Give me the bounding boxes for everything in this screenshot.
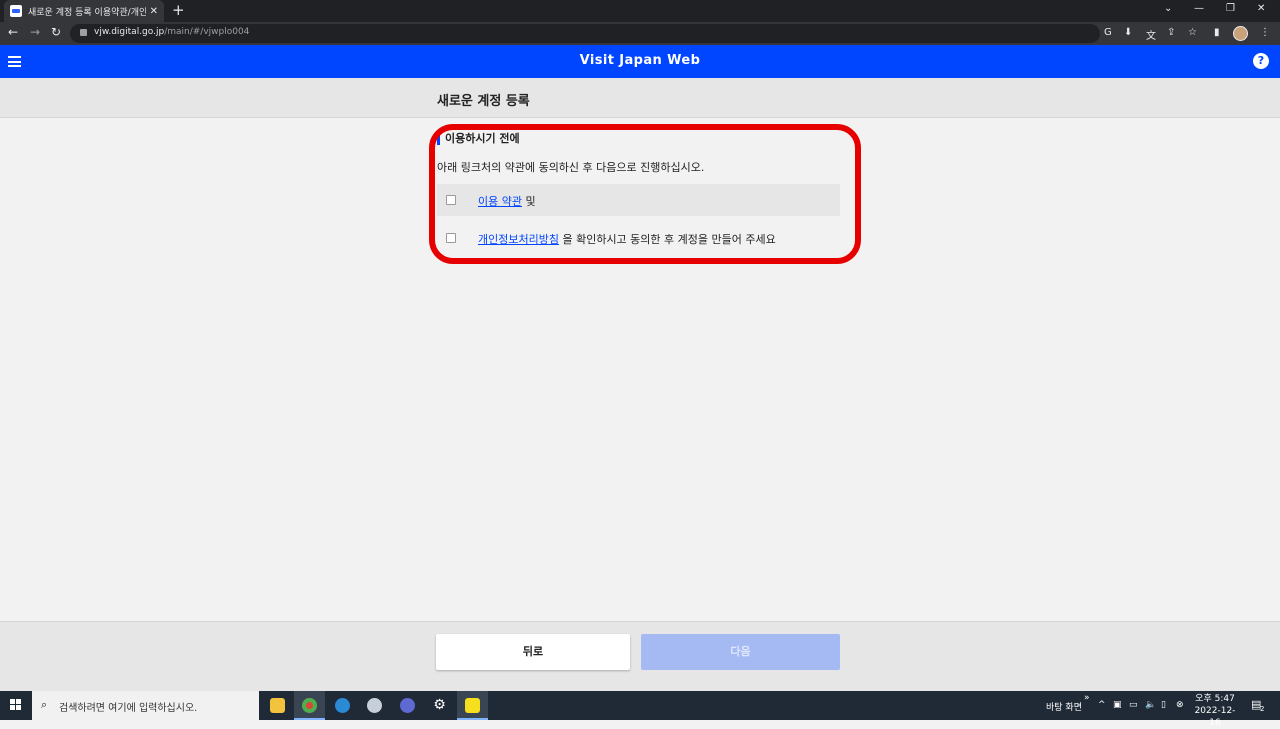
lock-icon (80, 29, 87, 36)
restore-button[interactable]: ❐ (1226, 3, 1235, 14)
windows-taskbar: ⌕ 검색하려면 여기에 입력하십시오. ⚙ 바탕 화면 » ^ ▣ ▭ 🔈 ▯ … (0, 691, 1280, 728)
google-icon[interactable]: G (1104, 27, 1112, 38)
next-button[interactable]: 다음 (641, 634, 840, 670)
browser-toolbar: ← → ↻ vjw.digital.go.jp/main/#/vjwplo004… (0, 22, 1280, 45)
bookmark-star-icon[interactable]: ☆ (1188, 27, 1197, 38)
browser-tab-strip: 새로운 계정 등록 이용약관/개인 ✕ + ⌄ — ❐ ✕ (0, 0, 1280, 22)
tab-title: 새로운 계정 등록 이용약관/개인 (28, 7, 146, 18)
taskbar-search-placeholder: 검색하려면 여기에 입력하십시오. (59, 703, 198, 714)
tab-close-icon[interactable]: ✕ (150, 6, 158, 17)
close-window-button[interactable]: ✕ (1257, 3, 1265, 14)
tray-chevron-up-icon[interactable]: ^ (1098, 700, 1106, 710)
highlight-annotation (429, 124, 861, 264)
browser-menu-icon[interactable]: ⋮ (1260, 27, 1270, 38)
new-tab-button[interactable]: + (172, 2, 185, 18)
chrome-icon[interactable] (294, 691, 325, 720)
page-title: 새로운 계정 등록 (437, 94, 530, 109)
clock-date: 2022-12-16 (1194, 706, 1236, 728)
site-favicon-icon (10, 5, 22, 17)
help-icon[interactable]: ? (1253, 53, 1269, 69)
translate-icon[interactable]: 文 (1146, 27, 1156, 42)
side-panel-icon[interactable]: ▮ (1214, 27, 1220, 38)
desktop-label[interactable]: 바탕 화면 (1046, 700, 1082, 713)
toolbar-expand-icon[interactable]: » (1084, 693, 1090, 703)
tab-search-icon[interactable]: ⌄ (1164, 3, 1172, 14)
footer-bar: 뒤로 다음 (0, 621, 1280, 691)
taskbar-clock[interactable]: 오후 5:47 2022-12-16 (1190, 693, 1240, 729)
network-icon[interactable]: ▣ (1113, 700, 1122, 710)
search-icon: ⌕ (41, 698, 48, 711)
app-header: Visit Japan Web ? (0, 45, 1280, 78)
reload-icon[interactable]: ↻ (51, 25, 61, 39)
forward-arrow-icon[interactable]: → (30, 25, 40, 39)
page-title-bar: 새로운 계정 등록 (0, 78, 1280, 118)
app-title: Visit Japan Web (579, 53, 701, 68)
share-icon[interactable]: ⇪ (1167, 27, 1175, 38)
notification-count: 2 (1260, 705, 1265, 713)
file-explorer-icon[interactable] (262, 691, 293, 720)
edge-browser-icon[interactable] (327, 691, 358, 720)
kakaotalk-icon[interactable] (457, 691, 488, 720)
url-text: vjw.digital.go.jp/main/#/vjwplo004 (94, 27, 250, 37)
install-icon[interactable]: ⬇ (1124, 27, 1132, 38)
address-bar[interactable]: vjw.digital.go.jp/main/#/vjwplo004 (70, 24, 1100, 43)
minimize-button[interactable]: — (1194, 3, 1204, 14)
taskbar-search-box[interactable]: ⌕ 검색하려면 여기에 입력하십시오. (32, 691, 259, 720)
windows-start-icon[interactable] (10, 699, 22, 711)
clock-time: 오후 5:47 (1195, 694, 1235, 704)
cloud-app-icon[interactable] (359, 691, 390, 720)
profile-avatar[interactable] (1233, 26, 1248, 41)
volume-icon[interactable]: 🔈 (1145, 700, 1156, 710)
back-button[interactable]: 뒤로 (436, 634, 630, 670)
back-arrow-icon[interactable]: ← (8, 25, 18, 39)
settings-gear-icon[interactable]: ⚙ (424, 691, 455, 720)
status-x-icon[interactable]: ⊗ (1176, 700, 1184, 710)
browser-tab[interactable]: 새로운 계정 등록 이용약관/개인 ✕ (4, 0, 164, 22)
battery-icon[interactable]: ▯ (1161, 700, 1166, 710)
monitor-icon[interactable]: ▭ (1129, 700, 1138, 710)
media-app-icon[interactable] (392, 691, 423, 720)
